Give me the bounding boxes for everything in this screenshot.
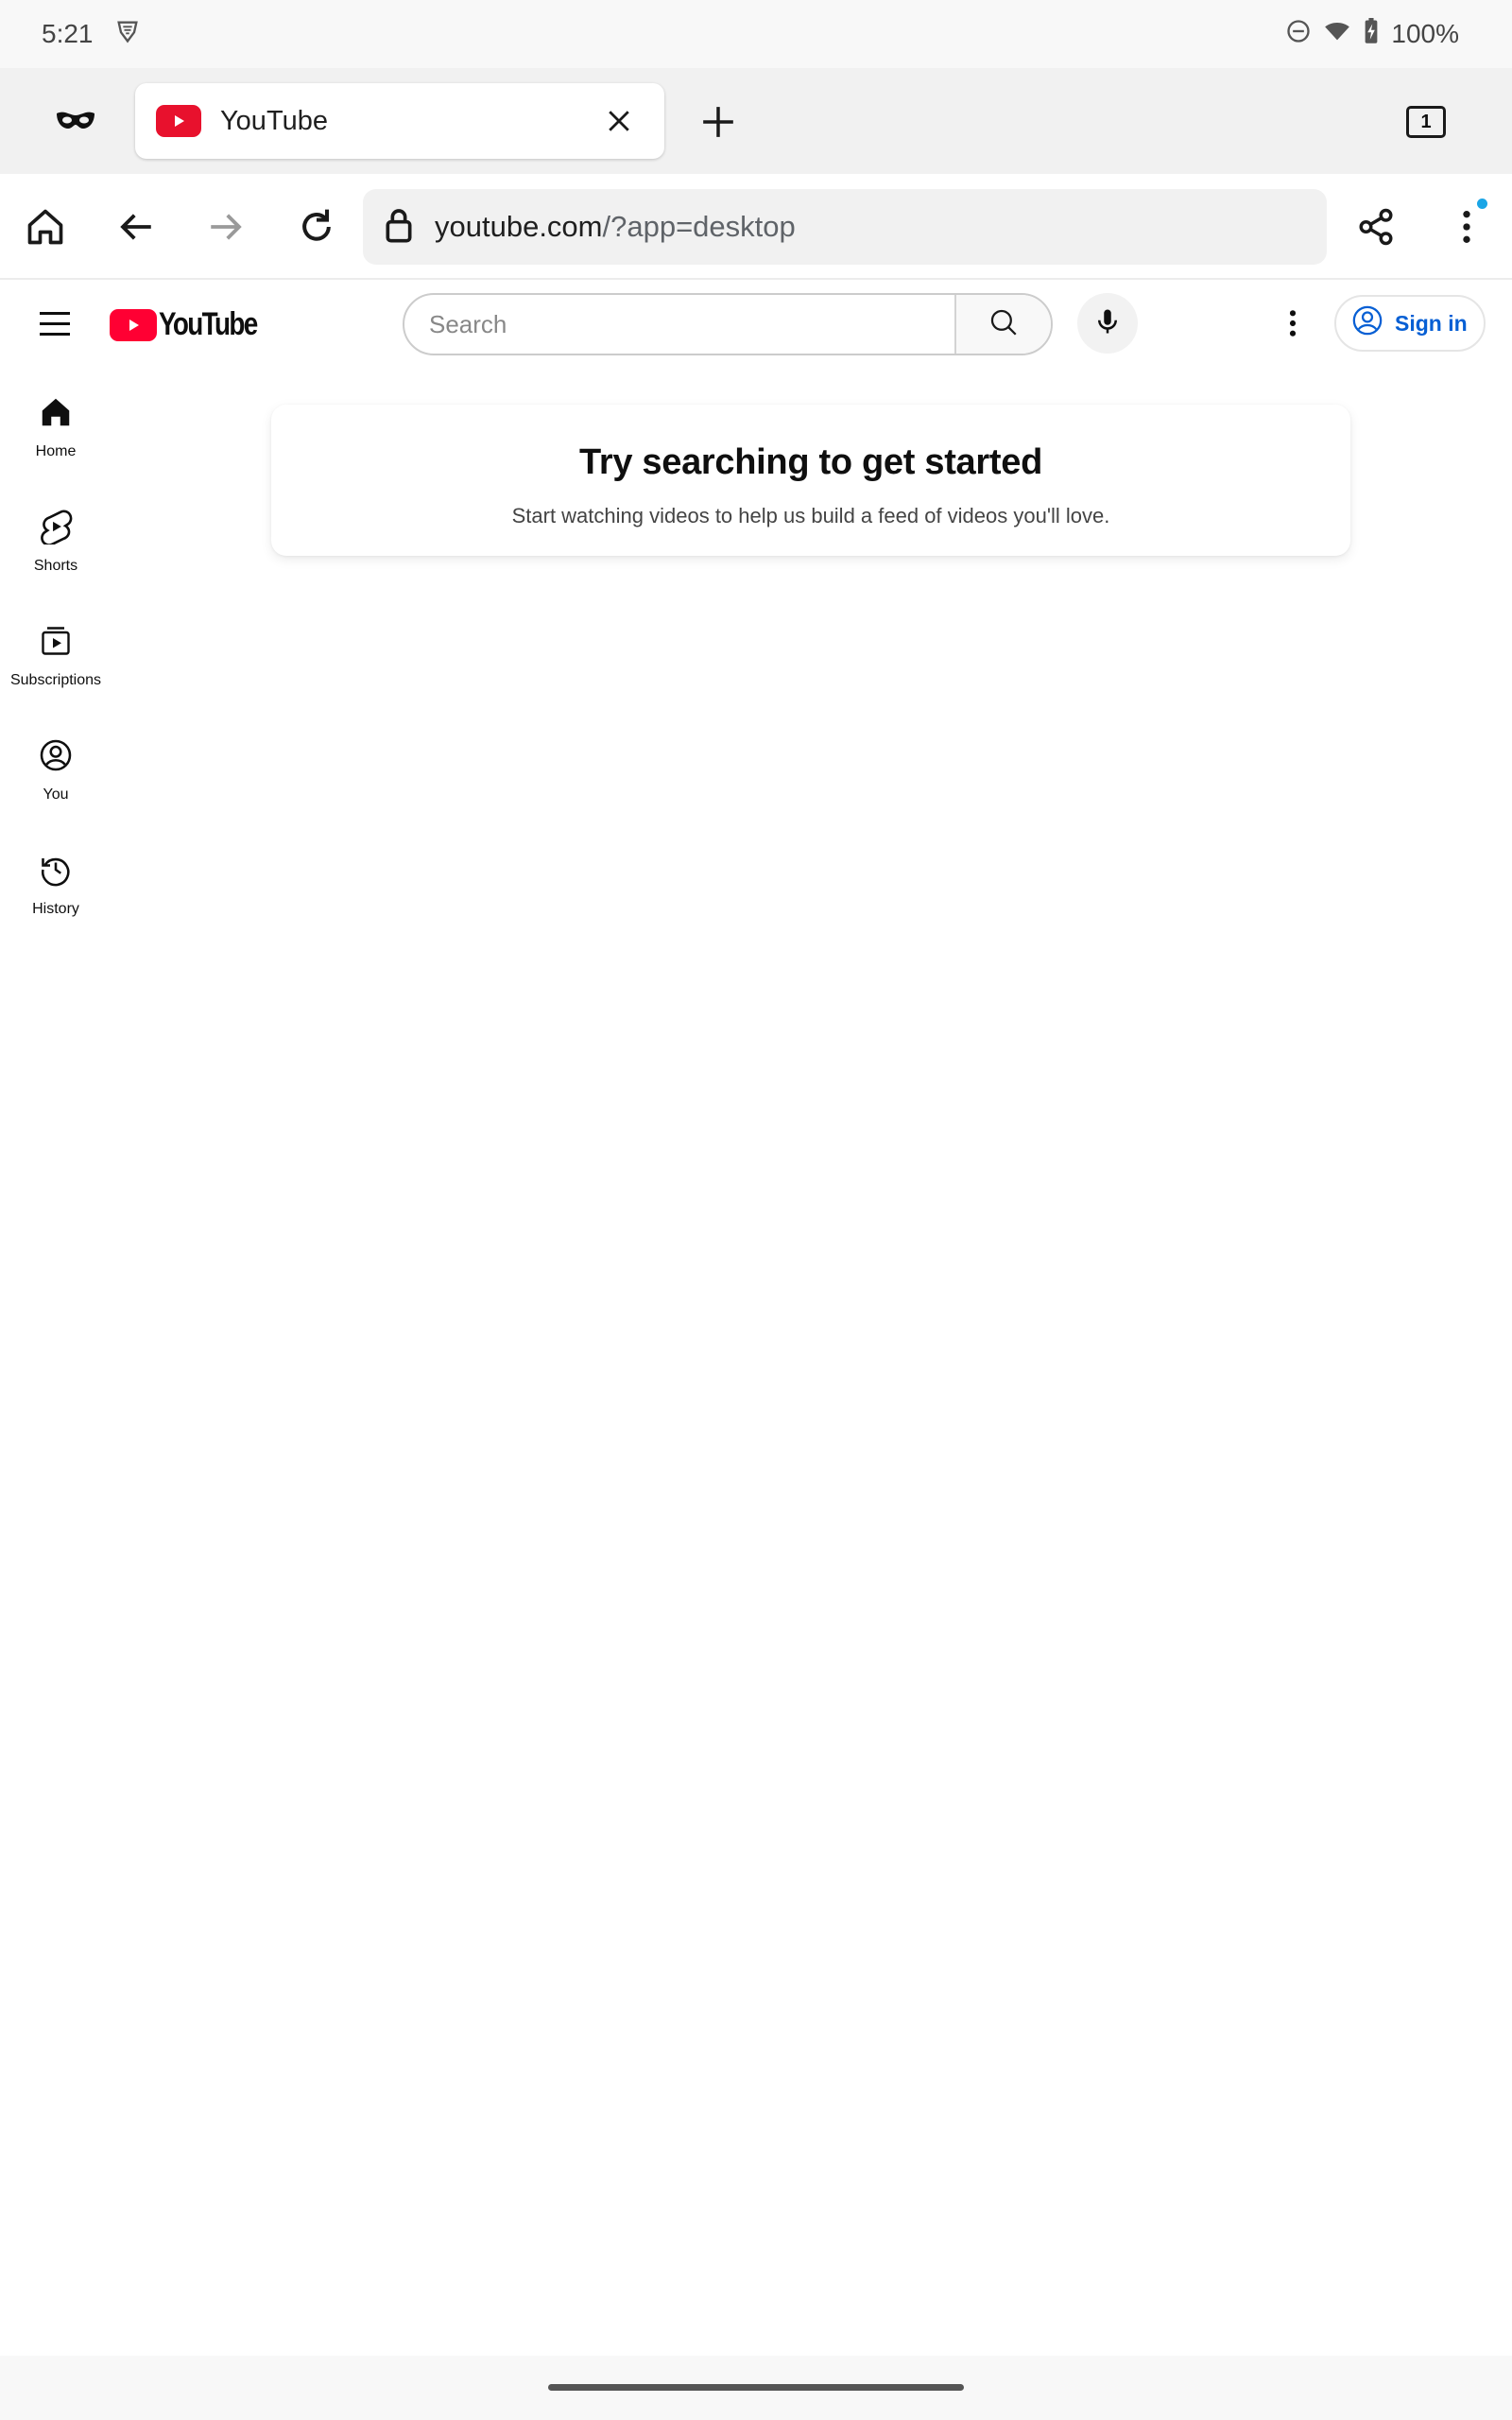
guide-item-history[interactable]: History (0, 836, 112, 950)
tab-strip: YouTube 1 (0, 68, 1512, 174)
status-time: 5:21 (42, 19, 94, 48)
youtube-favicon-icon (156, 105, 201, 137)
browser-toolbar: youtube.com/?app=desktop (0, 174, 1512, 280)
subscriptions-icon (37, 622, 75, 660)
empty-feed-card: Try searching to get started Start watch… (271, 405, 1350, 556)
address-bar[interactable]: youtube.com/?app=desktop (363, 189, 1327, 265)
search-button[interactable] (954, 295, 1051, 354)
do-not-disturb-icon (1285, 18, 1312, 51)
guide-label-shorts: Shorts (33, 558, 78, 574)
shorts-icon (37, 508, 75, 545)
youtube-play-logo-icon (110, 308, 157, 341)
wifi-icon (1323, 18, 1351, 51)
search-icon (988, 306, 1020, 343)
incognito-mask-icon[interactable] (53, 104, 98, 138)
forward-arrow-icon[interactable] (199, 200, 252, 253)
gesture-nav-bar (0, 2356, 1512, 2420)
url-text: youtube.com/?app=desktop (435, 210, 796, 244)
history-icon (37, 851, 75, 889)
guide-item-home[interactable]: Home (0, 378, 112, 493)
update-notification-dot (1477, 199, 1487, 209)
guide-item-shorts[interactable]: Shorts (0, 493, 112, 607)
status-bar: 5:21 100% (0, 0, 1512, 68)
guide-label-subscriptions: Subscriptions (9, 672, 102, 688)
tab-title: YouTube (220, 105, 328, 136)
youtube-logo[interactable]: YouTube (110, 306, 278, 343)
empty-feed-title: Try searching to get started (579, 442, 1042, 482)
guide-menu-icon[interactable] (32, 301, 77, 346)
you-account-icon (37, 736, 75, 774)
mini-guide: Home Shorts Subscriptions You History (0, 378, 112, 950)
guide-label-home: Home (35, 443, 77, 459)
url-path: /?app=desktop (602, 210, 796, 243)
guide-label-you: You (43, 786, 69, 803)
youtube-masthead: YouTube Sign in (0, 280, 1512, 367)
home-icon[interactable] (19, 200, 72, 253)
search-field-wrap (404, 295, 954, 354)
guide-item-subscriptions[interactable]: Subscriptions (0, 607, 112, 721)
browser-tab-youtube[interactable]: YouTube (135, 83, 664, 159)
sign-in-button[interactable]: Sign in (1334, 295, 1486, 352)
microphone-icon (1093, 307, 1122, 340)
voice-search-button[interactable] (1077, 293, 1138, 354)
new-tab-plus-icon[interactable] (695, 98, 742, 146)
guide-label-history: History (32, 901, 79, 917)
tab-switcher-button[interactable]: 1 (1406, 106, 1446, 138)
account-circle-icon (1351, 304, 1383, 342)
search-input[interactable] (429, 309, 954, 339)
sign-in-label: Sign in (1395, 310, 1468, 336)
url-host: youtube.com (435, 210, 603, 243)
youtube-logo-text: YouTube (159, 306, 258, 342)
close-tab-icon[interactable] (596, 98, 642, 144)
battery-charging-icon (1363, 17, 1380, 51)
browser-menu-icon[interactable] (1440, 200, 1493, 253)
vpn-shield-icon (114, 18, 141, 51)
battery-percent: 100% (1391, 19, 1459, 48)
share-icon[interactable] (1349, 200, 1402, 253)
reload-icon[interactable] (290, 200, 343, 253)
lock-icon[interactable] (382, 206, 416, 249)
search-box (403, 293, 1053, 355)
settings-kebab-icon[interactable] (1270, 301, 1315, 346)
home-filled-icon (37, 393, 75, 431)
home-gesture-handle[interactable] (548, 2384, 964, 2391)
back-arrow-icon[interactable] (110, 200, 163, 253)
empty-feed-subtitle: Start watching videos to help us build a… (511, 504, 1110, 527)
guide-item-you[interactable]: You (0, 721, 112, 836)
